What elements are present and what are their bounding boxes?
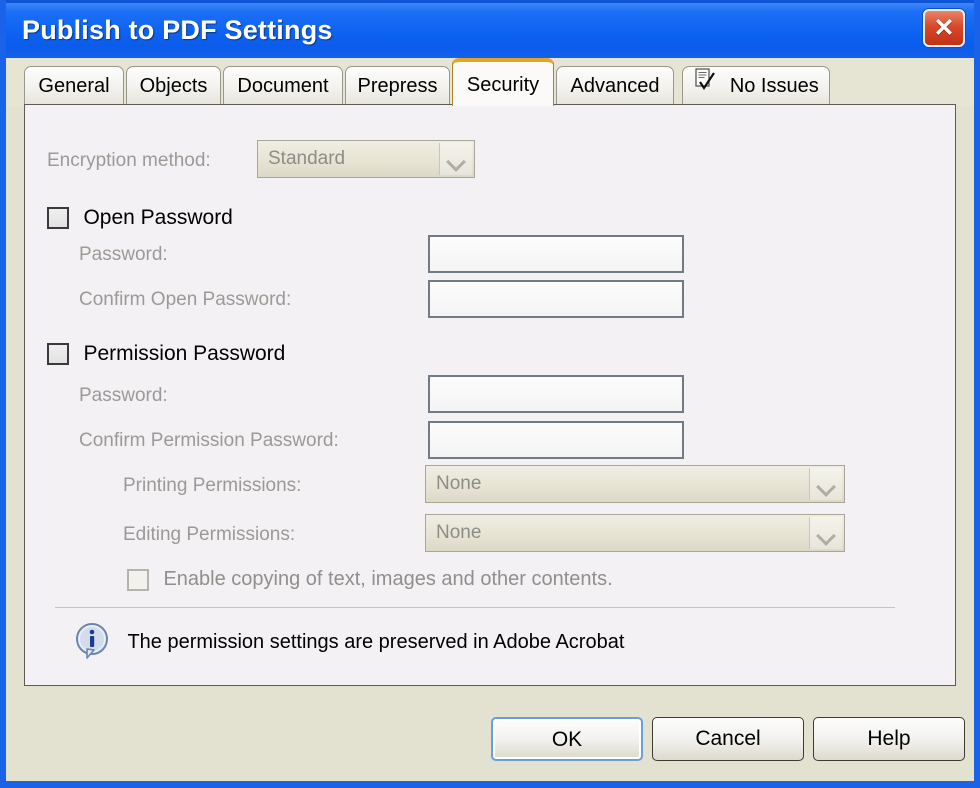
title-bar: Publish to PDF Settings ✕ (6, 0, 974, 58)
chevron-down-icon (439, 143, 472, 175)
chevron-down-icon (809, 517, 842, 549)
confirm-open-password-label: Confirm Open Password: (79, 289, 292, 310)
tab-general-label: General (38, 75, 110, 97)
open-password-label: Password: (79, 244, 168, 265)
encryption-method-select[interactable]: Standard (257, 140, 475, 178)
tab-prepress[interactable]: Prepress (345, 66, 450, 106)
printing-permissions-select[interactable]: None (425, 465, 845, 503)
tab-prepress-label: Prepress (357, 75, 438, 97)
tab-security-label: Security (466, 74, 540, 96)
printing-permissions-value: None (436, 473, 482, 494)
encryption-method-value: Standard (268, 148, 346, 169)
enable-copying-checkbox-box (127, 568, 149, 591)
open-password-checkbox-box (47, 207, 69, 229)
open-password-checkbox[interactable]: Open Password (47, 206, 233, 230)
confirm-open-password-input[interactable] (428, 280, 684, 318)
tab-general[interactable]: General (24, 66, 124, 106)
enable-copying-checkbox-label: Enable copying of text, images and other… (163, 568, 613, 590)
tab-objects-label: Objects (139, 75, 208, 97)
permission-password-label: Password: (79, 385, 168, 406)
tab-security[interactable]: Security (452, 58, 554, 106)
document-check-icon (693, 67, 717, 104)
editing-permissions-select[interactable]: None (425, 514, 845, 552)
enable-copying-checkbox[interactable]: Enable copying of text, images and other… (127, 568, 613, 591)
open-password-checkbox-label: Open Password (83, 206, 233, 229)
tab-document[interactable]: Document (223, 66, 343, 106)
cancel-button[interactable]: Cancel (652, 717, 804, 761)
editing-permissions-label: Editing Permissions: (123, 524, 296, 545)
close-icon: ✕ (933, 14, 955, 42)
ok-button[interactable]: OK (491, 717, 643, 761)
tab-advanced-label: Advanced (570, 75, 660, 97)
info-icon (73, 621, 113, 661)
tab-objects[interactable]: Objects (126, 66, 221, 106)
tab-advanced[interactable]: Advanced (556, 66, 674, 106)
permission-password-checkbox-box (47, 343, 69, 365)
permission-password-checkbox-label: Permission Password (83, 342, 286, 365)
window-title: Publish to PDF Settings (22, 15, 333, 45)
open-password-input[interactable] (428, 235, 684, 273)
permission-note-text: The permission settings are preserved in… (127, 630, 625, 653)
tab-strip: General Objects Document Prepress Securi… (6, 58, 974, 106)
tab-no-issues-label: No Issues (729, 75, 819, 97)
editing-permissions-value: None (436, 522, 482, 543)
section-divider (55, 607, 895, 608)
chevron-down-icon (809, 468, 842, 500)
permission-note: The permission settings are preserved in… (73, 621, 624, 661)
confirm-permission-password-label: Confirm Permission Password: (79, 430, 339, 451)
close-button[interactable]: ✕ (923, 9, 965, 47)
permission-password-checkbox[interactable]: Permission Password (47, 342, 285, 366)
printing-permissions-label: Printing Permissions: (123, 475, 302, 496)
encryption-method-label: Encryption method: (47, 150, 211, 171)
confirm-permission-password-input[interactable] (428, 421, 684, 459)
publish-to-pdf-settings-dialog: Publish to PDF Settings ✕ General Object… (0, 0, 980, 788)
permission-password-input[interactable] (428, 375, 684, 413)
tab-no-issues[interactable]: No Issues (682, 66, 830, 106)
help-button[interactable]: Help (813, 717, 965, 761)
tab-document-label: Document (237, 75, 329, 97)
security-tab-panel: Encryption method: Standard Open Passwor… (24, 104, 956, 686)
